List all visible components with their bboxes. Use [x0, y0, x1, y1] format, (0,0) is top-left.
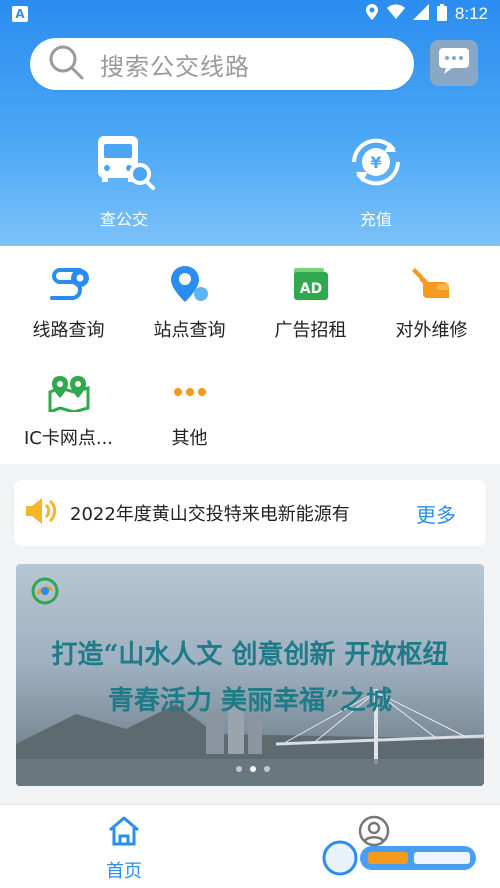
promo-banner[interactable]: 打造“山水人文 创意创新 开放枢纽 青春活力 美丽幸福”之城 — [16, 564, 484, 786]
nav-home[interactable]: 首页 — [74, 815, 174, 883]
signal-icon — [412, 4, 429, 24]
function-grid: 线路查询 站点查询 AD 广告招租 对外维修 IC卡网点... 其他 — [0, 246, 500, 464]
grid-item-ad-rental[interactable]: AD 广告招租 — [248, 264, 373, 342]
map-pin-icon — [46, 372, 92, 416]
grid-label: 广告招租 — [274, 320, 347, 341]
svg-text:¥: ¥ — [370, 153, 381, 172]
grid-item-other[interactable]: 其他 — [127, 372, 252, 450]
carousel-indicator — [236, 766, 270, 772]
grid-item-external-repair[interactable]: 对外维修 — [369, 264, 494, 342]
chat-bubble-icon — [438, 47, 470, 79]
banner-headline-1: 打造“山水人文 创意创新 开放枢纽 — [51, 640, 449, 670]
search-row: 搜索公交线路 — [30, 38, 478, 90]
grid-label: 线路查询 — [32, 320, 105, 341]
wifi-icon — [386, 4, 405, 24]
home-icon — [107, 815, 141, 851]
nav-home-label: 首页 — [106, 861, 142, 882]
search-placeholder: 搜索公交线路 — [100, 52, 250, 81]
banner-headline-2: 青春活力 美丽幸福”之城 — [107, 686, 392, 716]
station-icon — [167, 264, 213, 308]
carousel-dot[interactable] — [236, 766, 242, 772]
grid-label: 站点查询 — [153, 320, 226, 341]
battery-icon — [436, 3, 447, 25]
more-dots-icon — [167, 372, 213, 416]
app-notification-icon: A — [12, 6, 28, 22]
grid-label: 对外维修 — [395, 320, 468, 341]
yuan-recharge-icon: ¥ — [344, 132, 408, 196]
message-button[interactable] — [430, 40, 478, 86]
status-bar: A 8:12 — [0, 0, 500, 28]
quick-action-check-bus[interactable]: 查公交 — [64, 132, 184, 230]
bridge-scene-icon — [16, 689, 484, 786]
svg-text:AD: AD — [299, 281, 321, 297]
notice-bar[interactable]: 2022年度黄山交投特来电新能源有 更多 — [14, 480, 486, 546]
location-icon — [365, 4, 379, 24]
carousel-dot[interactable] — [264, 766, 270, 772]
clock: 8:12 — [454, 4, 488, 23]
watermark-logo-icon — [322, 840, 476, 876]
quick-action-label: 查公交 — [99, 210, 148, 229]
bus-search-icon — [92, 132, 156, 196]
grid-label: 其他 — [171, 428, 208, 449]
carousel-dot-active[interactable] — [250, 766, 256, 772]
notice-text: 2022年度黄山交投特来电新能源有 — [70, 504, 350, 525]
search-input[interactable]: 搜索公交线路 — [30, 38, 414, 90]
quick-action-recharge[interactable]: ¥ 充值 — [316, 132, 436, 230]
grid-item-ic-card-outlet[interactable]: IC卡网点... — [6, 372, 131, 450]
quick-action-label: 充值 — [359, 210, 392, 229]
grid-item-station-query[interactable]: 站点查询 — [127, 264, 252, 342]
speaker-icon — [22, 496, 57, 530]
grid-label: IC卡网点... — [23, 428, 114, 449]
notice-more-link[interactable]: 更多 — [416, 499, 456, 528]
search-icon — [46, 42, 86, 86]
repair-icon — [409, 264, 455, 308]
grid-item-route-query[interactable]: 线路查询 — [6, 264, 131, 342]
ad-icon: AD — [288, 264, 334, 308]
route-icon — [46, 264, 92, 308]
